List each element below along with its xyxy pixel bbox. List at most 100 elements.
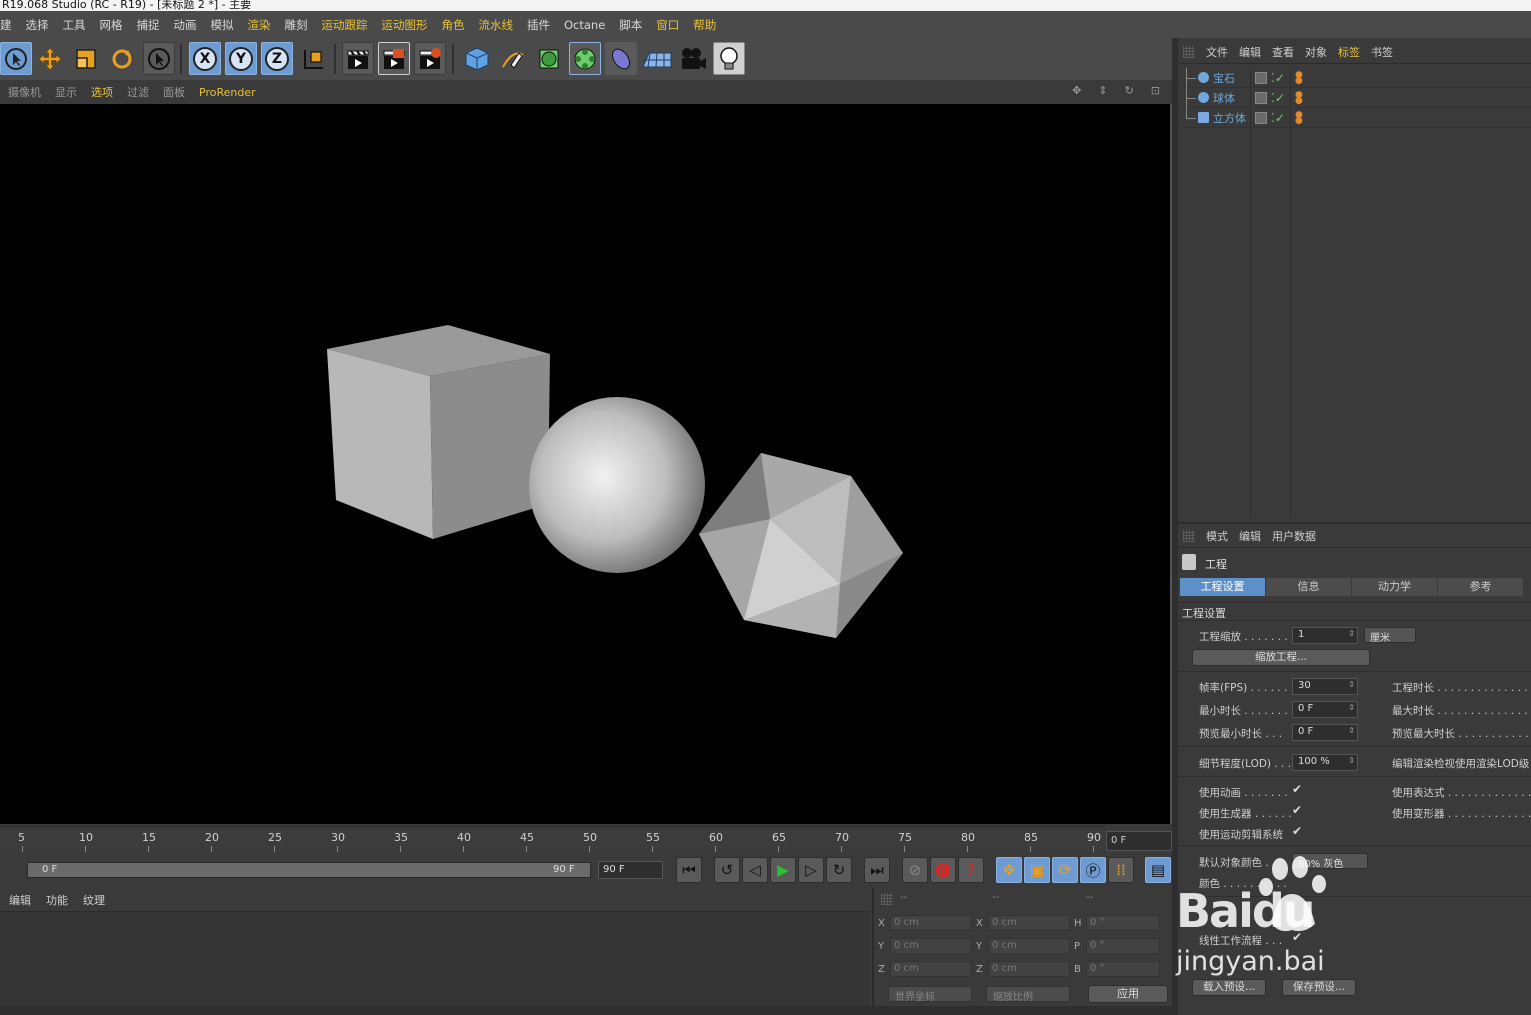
previous-frame-button[interactable]: ◁ bbox=[742, 857, 768, 883]
panel-grip-icon[interactable] bbox=[1183, 45, 1195, 58]
z-axis-lock-button[interactable]: Z bbox=[261, 42, 293, 75]
menu-item-mograph[interactable]: 运动图形 bbox=[382, 17, 428, 33]
menu-item-animate[interactable]: 动画 bbox=[174, 17, 197, 33]
render-to-picture-viewer-button[interactable] bbox=[378, 42, 410, 75]
material-menu-texture[interactable]: 纹理 bbox=[83, 892, 105, 908]
rotation-b-field[interactable]: 0 ° bbox=[1086, 961, 1160, 977]
timeline-ruler[interactable]: 5 10 15 20 25 30 35 40 45 50 55 60 65 70… bbox=[0, 826, 1104, 852]
object-name[interactable]: 球体 bbox=[1213, 90, 1235, 106]
layer-icon[interactable] bbox=[1255, 71, 1267, 84]
menu-item-select[interactable]: 选择 bbox=[26, 17, 49, 33]
phong-tag-icon[interactable]: ● ● bbox=[1295, 110, 1303, 125]
live-selection-button[interactable] bbox=[143, 42, 175, 75]
camera-button[interactable] bbox=[677, 42, 709, 75]
preview-min-time-field[interactable]: 0 F bbox=[1292, 724, 1358, 741]
lod-field[interactable]: 100 % bbox=[1292, 754, 1358, 771]
record-active-objects-button[interactable]: ⓿ bbox=[930, 857, 956, 883]
size-x-field[interactable]: 0 cm bbox=[988, 915, 1070, 931]
maximize-view-icon[interactable]: ⊡ bbox=[1151, 84, 1160, 97]
enabled-check-icon[interactable]: ⁚✓ bbox=[1271, 71, 1285, 85]
menu-item-simulate[interactable]: 模拟 bbox=[211, 17, 234, 33]
om-menu-edit[interactable]: 编辑 bbox=[1239, 44, 1261, 60]
material-menu-edit[interactable]: 编辑 bbox=[9, 892, 31, 908]
menu-item-help[interactable]: 帮助 bbox=[693, 17, 716, 33]
key-position-button[interactable]: ✥ bbox=[996, 857, 1022, 883]
object-row[interactable]: 宝石 ⁚✓ ● ● bbox=[1178, 68, 1531, 88]
object-row[interactable]: 立方体 ⁚✓ ● ● bbox=[1178, 108, 1531, 128]
x-axis-lock-button[interactable]: X bbox=[189, 42, 221, 75]
tab-dynamics[interactable]: 动力学 bbox=[1352, 578, 1437, 596]
goto-end-button[interactable]: ⏭ bbox=[864, 857, 890, 883]
viewport-menu-panel[interactable]: 面板 bbox=[163, 84, 185, 100]
viewport-menu-options[interactable]: 选项 bbox=[91, 84, 113, 100]
save-preset-button[interactable]: 保存预设... bbox=[1282, 979, 1356, 996]
dolly-icon[interactable]: ⇕ bbox=[1098, 84, 1107, 97]
current-frame-field[interactable]: 0 F bbox=[1106, 831, 1172, 851]
enabled-check-icon[interactable]: ⁚✓ bbox=[1271, 111, 1285, 125]
size-z-field[interactable]: 0 cm bbox=[988, 961, 1070, 977]
menu-item-octane[interactable]: Octane bbox=[564, 18, 605, 32]
am-menu-mode[interactable]: 模式 bbox=[1206, 528, 1228, 544]
viewport-menu-display[interactable]: 显示 bbox=[55, 84, 77, 100]
menu-item-character[interactable]: 角色 bbox=[442, 17, 465, 33]
deformer-button[interactable] bbox=[605, 42, 637, 75]
move-tool-button[interactable] bbox=[34, 42, 66, 75]
key-scale-button[interactable]: ▣ bbox=[1024, 857, 1050, 883]
autokeying-button[interactable]: ? bbox=[958, 857, 984, 883]
play-button[interactable]: ▶ bbox=[770, 857, 796, 883]
layer-icon[interactable] bbox=[1255, 111, 1267, 124]
om-menu-objects[interactable]: 对象 bbox=[1305, 44, 1327, 60]
preview-range-slider[interactable] bbox=[27, 862, 591, 878]
om-menu-view[interactable]: 查看 bbox=[1272, 44, 1294, 60]
next-frame-button[interactable]: ▷ bbox=[798, 857, 824, 883]
panel-grip-icon[interactable] bbox=[881, 893, 893, 905]
scale-mode-dropdown[interactable]: 缩放比例 bbox=[986, 986, 1070, 1003]
tab-info[interactable]: 信息 bbox=[1266, 578, 1351, 596]
floor-button[interactable] bbox=[641, 42, 673, 75]
menu-item-tools[interactable]: 工具 bbox=[63, 17, 86, 33]
apply-button[interactable]: 应用 bbox=[1088, 985, 1168, 1003]
orbit-icon[interactable]: ↻ bbox=[1125, 84, 1134, 97]
goto-previous-key-button[interactable]: ↺ bbox=[714, 857, 740, 883]
spline-pen-button[interactable] bbox=[497, 42, 529, 75]
light-button[interactable] bbox=[713, 42, 745, 75]
om-menu-bookmarks[interactable]: 书签 bbox=[1371, 44, 1393, 60]
render-settings-button[interactable] bbox=[414, 42, 446, 75]
position-z-field[interactable]: 0 cm bbox=[890, 961, 972, 977]
enabled-check-icon[interactable]: ⁚✓ bbox=[1271, 91, 1285, 105]
load-preset-button[interactable]: 载入预设... bbox=[1192, 979, 1266, 996]
menu-item-pipeline[interactable]: 流水线 bbox=[479, 17, 514, 33]
cloner-button[interactable] bbox=[569, 42, 601, 75]
project-scale-unit-dropdown[interactable]: 厘米 bbox=[1364, 627, 1416, 644]
material-area[interactable] bbox=[0, 912, 870, 1006]
record-keys-disabled-button[interactable]: ⊘ bbox=[902, 857, 928, 883]
rotation-h-field[interactable]: 0 ° bbox=[1086, 915, 1160, 931]
menu-item-render[interactable]: 渲染 bbox=[248, 17, 271, 33]
selection-tool-button[interactable] bbox=[0, 42, 32, 75]
3d-viewport[interactable] bbox=[0, 104, 1172, 824]
cube-object-button[interactable] bbox=[461, 42, 493, 75]
scale-project-button[interactable]: 缩放工程... bbox=[1192, 649, 1370, 666]
menu-item-plugins[interactable]: 插件 bbox=[527, 17, 550, 33]
phong-tag-icon[interactable]: ● ● bbox=[1295, 90, 1303, 105]
pan-icon[interactable]: ✥ bbox=[1072, 84, 1081, 97]
material-menu-function[interactable]: 功能 bbox=[46, 892, 68, 908]
cube-object[interactable] bbox=[327, 325, 550, 539]
key-rotation-button[interactable]: ⟳ bbox=[1052, 857, 1078, 883]
min-time-field[interactable]: 0 F bbox=[1292, 701, 1358, 718]
om-menu-tags[interactable]: 标签 bbox=[1338, 44, 1360, 60]
end-frame-field[interactable]: 90 F bbox=[598, 861, 663, 879]
render-view-button[interactable] bbox=[342, 42, 374, 75]
tab-project-settings[interactable]: 工程设置 bbox=[1180, 578, 1265, 596]
menu-item-sculpt[interactable]: 雕刻 bbox=[285, 17, 308, 33]
position-x-field[interactable]: 0 cm bbox=[890, 915, 972, 931]
menu-item-script[interactable]: 脚本 bbox=[619, 17, 642, 33]
menu-item-snap[interactable]: 捕捉 bbox=[137, 17, 160, 33]
use-motion-system-checkbox[interactable]: ✔ bbox=[1292, 824, 1302, 838]
key-point-level-button[interactable]: ⁞⁞ bbox=[1108, 857, 1134, 883]
size-y-field[interactable]: 0 cm bbox=[988, 938, 1070, 954]
viewport-menu-filter[interactable]: 过滤 bbox=[127, 84, 149, 100]
menu-item-motion-tracking[interactable]: 运动跟踪 bbox=[322, 17, 368, 33]
viewport-menu-prorender[interactable]: ProRender bbox=[199, 86, 256, 99]
timeline-window-button[interactable]: ▤ bbox=[1145, 857, 1171, 883]
